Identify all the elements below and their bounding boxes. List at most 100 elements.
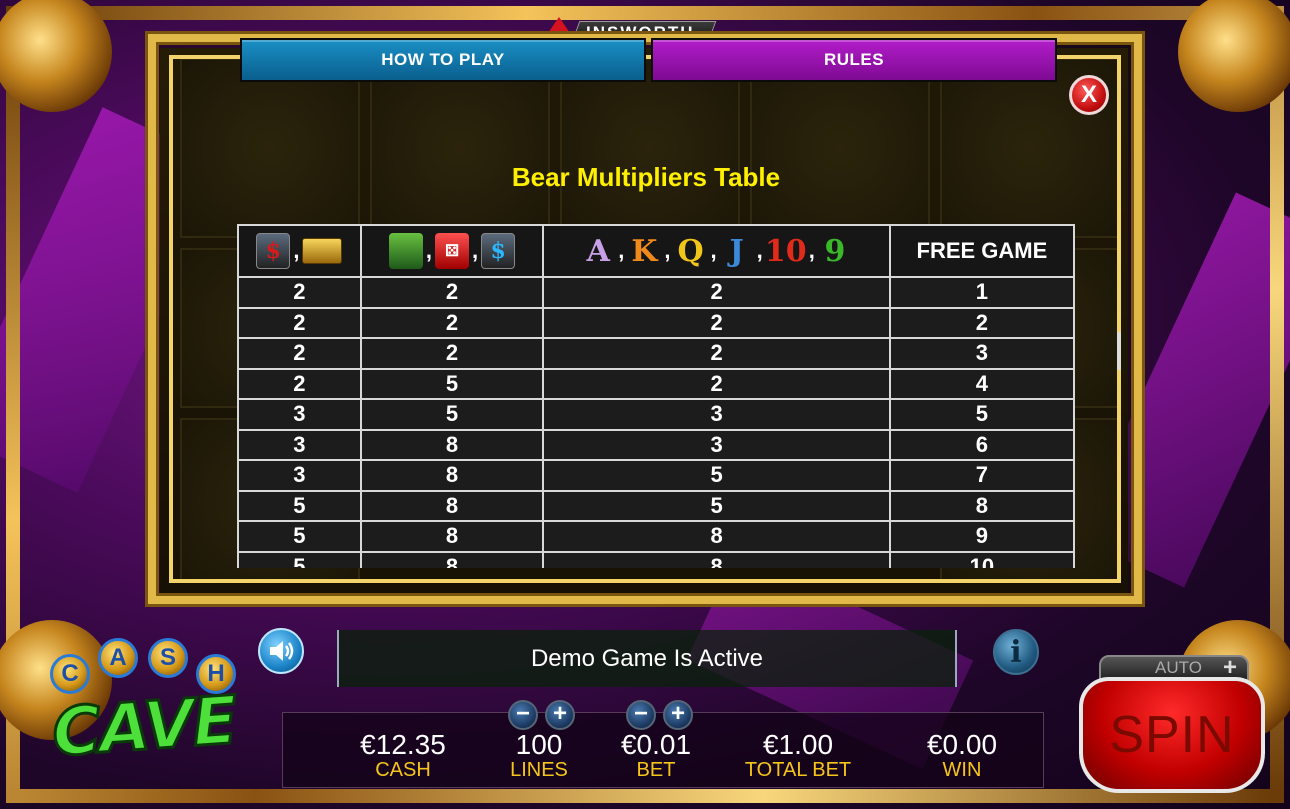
table-cell: 2 xyxy=(542,367,891,400)
table-cell: 7 xyxy=(888,459,1075,492)
table-cell: 8 xyxy=(359,428,545,461)
table-cell: 2 xyxy=(542,306,891,339)
cash-stack-symbol-icon xyxy=(388,233,423,269)
table-cell: 8 xyxy=(359,489,545,522)
lines-label: LINES xyxy=(510,759,568,781)
logo-letter-coin: C xyxy=(50,654,90,694)
table-cell: 5 xyxy=(542,459,891,492)
cash-cave-logo: C A S H CAVE xyxy=(14,634,264,774)
header-premium-symbols: $, xyxy=(237,224,362,278)
lines-value: 100 xyxy=(515,729,563,760)
table-cell: 2 xyxy=(237,276,362,309)
logo-cave-text: CAVE xyxy=(48,680,239,773)
logo-letter-coin: S xyxy=(148,638,188,678)
lines-minus-button[interactable]: − xyxy=(508,700,538,730)
ten-symbol-icon: 10 xyxy=(764,233,807,269)
table-row: 2 5 2 4 xyxy=(237,367,1075,400)
table-row: 3 8 5 7 xyxy=(237,459,1075,492)
table-cell: 6 xyxy=(888,428,1075,461)
spin-button[interactable]: SPIN xyxy=(1079,677,1265,793)
stat-cash: €12.35 CASH xyxy=(323,713,483,789)
queen-symbol-icon: Q xyxy=(677,233,704,269)
table-cell: 2 xyxy=(359,337,545,370)
table-cell: 2 xyxy=(237,306,362,339)
table-cell: 5 xyxy=(359,398,545,431)
info-button[interactable]: i xyxy=(993,629,1039,675)
nine-symbol-icon: 9 xyxy=(824,233,846,269)
cash-value: €12.35 xyxy=(360,729,446,760)
table-cell: 4 xyxy=(888,367,1075,400)
tab-how-to-play[interactable]: HOW TO PLAY xyxy=(240,38,646,82)
table-cell: 8 xyxy=(359,520,545,553)
bet-label: BET xyxy=(636,759,676,781)
lines-plus-button[interactable]: + xyxy=(545,700,575,730)
stat-bet: €0.01 BET xyxy=(601,713,711,789)
table-row: 3 5 3 5 xyxy=(237,398,1075,431)
help-scrollbar[interactable] xyxy=(1117,332,1121,370)
ace-symbol-icon: A xyxy=(586,233,610,269)
table-cell: 2 xyxy=(888,306,1075,339)
cash-label: CASH xyxy=(375,759,431,781)
table-cell: 5 xyxy=(237,489,362,522)
sound-button[interactable] xyxy=(258,628,304,674)
table-cell: 5 xyxy=(237,550,362,568)
table-cell: 8 xyxy=(542,550,891,568)
table-row: 5 8 8 9 xyxy=(237,520,1075,553)
total-bet-value: €1.00 xyxy=(762,729,834,760)
table-cell: 8 xyxy=(542,520,891,553)
table-cell: 2 xyxy=(542,276,891,309)
table-cell: 5 xyxy=(237,520,362,553)
table-cell: 8 xyxy=(888,489,1075,522)
table-cell: 10 xyxy=(888,550,1075,568)
dice-symbol-icon: ⚄ xyxy=(435,233,470,269)
table-cell: 8 xyxy=(359,459,545,492)
jack-symbol-icon: J xyxy=(729,233,744,269)
status-message: Demo Game Is Active xyxy=(337,630,957,687)
table-cell: 2 xyxy=(359,276,545,309)
table-cell: 5 xyxy=(542,489,891,522)
table-cell: 5 xyxy=(359,367,545,400)
bet-plus-button[interactable]: + xyxy=(663,700,693,730)
header-free-game: FREE GAME xyxy=(888,224,1075,278)
stat-lines: 100 LINES xyxy=(489,713,589,789)
win-value: €0.00 xyxy=(926,729,998,760)
bet-value: €0.01 xyxy=(620,729,692,760)
table-cell: 3 xyxy=(542,428,891,461)
table-cell: 2 xyxy=(237,337,362,370)
table-cell: 1 xyxy=(888,276,1075,309)
spin-control: AUTO + SPIN xyxy=(1079,654,1265,793)
table-cell: 3 xyxy=(542,398,891,431)
auto-label: AUTO xyxy=(1155,658,1202,677)
table-cell: 2 xyxy=(542,337,891,370)
table-header-row: $, , ⚄, $ A, K, Q, J, 10 , 9 FREE GAME xyxy=(237,224,1075,278)
king-symbol-icon: K xyxy=(631,233,658,269)
gold-bars-symbol-icon xyxy=(302,238,343,264)
speaker-icon xyxy=(270,641,294,661)
table-row: 2 2 2 3 xyxy=(237,337,1075,370)
table-row: 5 8 5 8 xyxy=(237,489,1075,522)
stat-total-bet: €1.00 TOTAL BET xyxy=(733,713,863,789)
total-bet-label: TOTAL BET xyxy=(744,759,852,781)
tab-rules[interactable]: RULES xyxy=(651,38,1057,82)
table-row: 2 2 2 2 xyxy=(237,306,1075,339)
win-label: WIN xyxy=(942,759,982,781)
table-cell: 2 xyxy=(359,306,545,339)
table-cell: 5 xyxy=(888,398,1075,431)
table-row: 3 8 3 6 xyxy=(237,428,1075,461)
multiplier-table-viewport[interactable]: $, , ⚄, $ A, K, Q, J, 10 , 9 FREE GAME 2… xyxy=(237,224,1075,568)
stat-win: €0.00 WIN xyxy=(899,713,1025,789)
table-title: Bear Multipliers Table xyxy=(511,162,781,192)
logo-letter-coin: A xyxy=(98,638,138,678)
close-button[interactable]: X xyxy=(1069,75,1109,115)
table-cell: 8 xyxy=(359,550,545,568)
table-cell: 3 xyxy=(237,398,362,431)
bear-multipliers-table: $, , ⚄, $ A, K, Q, J, 10 , 9 FREE GAME 2… xyxy=(237,224,1075,568)
header-card-symbols: A, K, Q, J, 10, 9 xyxy=(542,224,891,278)
table-row: 2 2 2 1 xyxy=(237,276,1075,309)
table-row: 5 8 8 10 xyxy=(237,550,1075,568)
table-cell: 2 xyxy=(237,367,362,400)
bet-minus-button[interactable]: − xyxy=(626,700,656,730)
table-cell: 3 xyxy=(237,428,362,461)
table-cell: 3 xyxy=(237,459,362,492)
table-cell: 9 xyxy=(888,520,1075,553)
